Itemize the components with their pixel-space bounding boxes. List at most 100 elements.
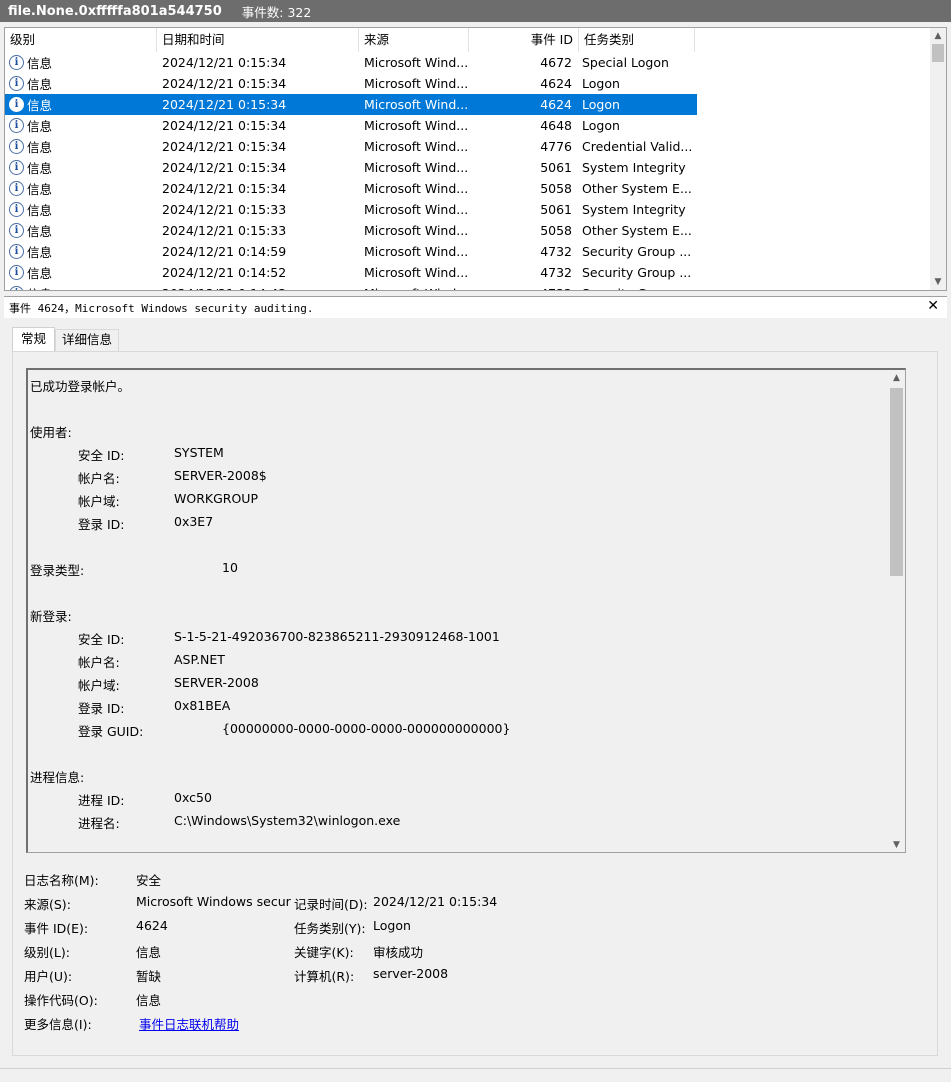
event-id-cell: 4624: [540, 76, 572, 91]
level-cell: i信息: [5, 74, 157, 93]
list-scrollbar[interactable]: ▲ ▼: [930, 28, 946, 290]
table-row[interactable]: i 信息 2024/12/21 0:15:34 Microsoft Wind... 50…: [5, 178, 697, 199]
event-id-cell: 4732: [540, 244, 572, 259]
event-list[interactable]: 级别 日期和时间 来源 事件 ID 任务类别 i 信息 2024/12/21 0:1…: [4, 27, 947, 291]
column-source[interactable]: 来源: [359, 28, 469, 52]
subject-value: WORKGROUP: [174, 491, 258, 506]
event-message[interactable]: 已成功登录帐户。 使用者: 安全 ID: SYSTEM 帐户名: SERVER-…: [26, 368, 906, 853]
new-logon-value: SERVER-2008: [174, 675, 259, 690]
info-icon: i: [9, 55, 24, 70]
detail-header: 事件 4624，Microsoft Windows security audit…: [4, 296, 947, 318]
info-icon: i: [9, 118, 24, 133]
source-cell: Microsoft Wind...: [364, 265, 469, 280]
date-cell: 2024/12/21 0:15:34: [162, 139, 287, 154]
info-icon: i: [9, 286, 24, 290]
table-row[interactable]: i 信息 2024/12/21 0:15:34 Microsoft Wind... 50…: [5, 157, 697, 178]
info-icon: i: [9, 202, 24, 217]
info-icon: i: [9, 160, 24, 175]
level-text: 信息: [27, 119, 53, 134]
task-category-cell: Logon: [582, 118, 620, 133]
scroll-up-icon[interactable]: ▲: [888, 370, 905, 386]
level-text: 信息: [27, 224, 53, 239]
source-cell: Microsoft Wind...: [364, 202, 469, 217]
new-logon-value: 0x81BEA: [174, 698, 231, 713]
task-category-cell: Security Group ...: [582, 244, 692, 259]
task-category-cell: Security Group ...: [582, 265, 692, 280]
tab-general[interactable]: 常规: [12, 327, 56, 352]
level-text: 信息: [27, 140, 53, 155]
source-cell: Microsoft Wind...: [364, 97, 469, 112]
more-info-label: 更多信息(I):: [24, 1017, 92, 1032]
level-text: 信息: [27, 245, 53, 260]
level-cell: i信息: [5, 200, 157, 219]
level-cell: i信息: [5, 95, 157, 114]
source-cell: Microsoft Wind...: [364, 76, 469, 91]
column-date[interactable]: 日期和时间: [157, 28, 359, 52]
process-key: 进程 ID:: [78, 793, 125, 808]
subject-heading: 使用者:: [30, 425, 72, 440]
task-category-cell: System Integrity: [582, 202, 686, 217]
tab-details[interactable]: 详细信息: [55, 329, 120, 351]
table-row[interactable]: i 信息 2024/12/21 0:15:33 Microsoft Wind... 50…: [5, 220, 697, 241]
level-label: 级别(L):: [24, 945, 70, 960]
scroll-down-icon[interactable]: ▼: [930, 274, 946, 290]
source-cell: Microsoft Wind...: [364, 55, 469, 70]
table-row[interactable]: i信息2024/12/21 0:14:43Microsoft Wind...47…: [5, 283, 697, 290]
task-category-cell: Other System E...: [582, 181, 692, 196]
table-row[interactable]: i 信息 2024/12/21 0:15:34 Microsoft Wind... 46…: [5, 115, 697, 136]
level-text: 信息: [27, 77, 53, 92]
table-row[interactable]: i 信息 2024/12/21 0:15:34 Microsoft Wind... 46…: [5, 52, 697, 73]
subject-value: 0x3E7: [174, 514, 214, 529]
subject-key: 帐户名:: [78, 471, 120, 486]
column-task-category[interactable]: 任务类别: [579, 28, 695, 52]
source-cell: Microsoft Wind...: [364, 160, 469, 175]
table-row[interactable]: i 信息 2024/12/21 0:14:59 Microsoft Wind... 47…: [5, 241, 697, 262]
level-text: 信息: [27, 203, 53, 218]
scroll-down-icon[interactable]: ▼: [888, 837, 905, 852]
scroll-thumb[interactable]: [890, 388, 903, 576]
event-id-cell: 4648: [540, 118, 572, 133]
column-header: 级别 日期和时间 来源 事件 ID 任务类别: [5, 28, 931, 52]
keywords-value: 审核成功: [373, 945, 424, 960]
message-intro: 已成功登录帐户。: [30, 379, 131, 394]
task-category-cell: Credential Valid...: [582, 139, 693, 154]
date-cell: 2024/12/21 0:15:33: [162, 202, 287, 217]
computer-label: 计算机(R):: [294, 969, 355, 984]
new-logon-heading: 新登录:: [30, 609, 72, 624]
source-cell: Microsoft Wind...: [364, 139, 469, 154]
level-cell: i信息: [5, 116, 157, 135]
table-row[interactable]: i 信息 2024/12/21 0:15:34 Microsoft Wind... 47…: [5, 136, 697, 157]
new-logon-key: 安全 ID:: [78, 632, 125, 647]
table-row[interactable]: i 信息 2024/12/21 0:14:52 Microsoft Wind... 47…: [5, 262, 697, 283]
event-id-cell: 4672: [540, 55, 572, 70]
event-id-cell: 4624: [540, 97, 572, 112]
new-logon-value: ASP.NET: [174, 652, 225, 667]
scroll-thumb[interactable]: [932, 44, 944, 62]
task-category-cell: Other System E...: [582, 223, 692, 238]
message-scrollbar[interactable]: ▲ ▼: [888, 370, 905, 852]
subject-value: SERVER-2008$: [174, 468, 267, 483]
source-cell: Microsoft Wind...: [359, 286, 469, 290]
level-cell: i信息: [5, 179, 157, 198]
source-cell: Microsoft Wind...: [364, 223, 469, 238]
new-logon-key: 登录 GUID:: [78, 724, 144, 739]
online-help-link[interactable]: 事件日志联机帮助: [139, 1014, 239, 1033]
new-logon-value: {00000000-0000-0000-0000-000000000000}: [222, 721, 511, 736]
event-id-cell: 5061: [540, 202, 572, 217]
scroll-up-icon[interactable]: ▲: [930, 28, 946, 44]
table-row[interactable]: i 信息 2024/12/21 0:15:33 Microsoft Wind... 50…: [5, 199, 697, 220]
close-icon[interactable]: ✕: [927, 298, 939, 314]
logged-label: 记录时间(D):: [294, 897, 368, 912]
table-row[interactable]: i 信息 2024/12/21 0:15:34 Microsoft Wind... 46…: [5, 94, 697, 115]
column-event-id[interactable]: 事件 ID: [469, 28, 579, 52]
event-id-value: 4624: [136, 918, 168, 933]
event-id-cell: 5058: [540, 181, 572, 196]
table-row[interactable]: i 信息 2024/12/21 0:15:34 Microsoft Wind... 46…: [5, 73, 697, 94]
level-cell: i信息: [5, 242, 157, 261]
status-bar: [0, 1068, 951, 1082]
column-level[interactable]: 级别: [5, 28, 157, 52]
event-id-cell: 4776: [540, 139, 572, 154]
opcode-value: 信息: [136, 993, 162, 1008]
date-cell: 2024/12/21 0:14:43: [157, 286, 359, 290]
title-bar: file.None.0xfffffa801a544750 事件数: 322: [0, 0, 951, 22]
